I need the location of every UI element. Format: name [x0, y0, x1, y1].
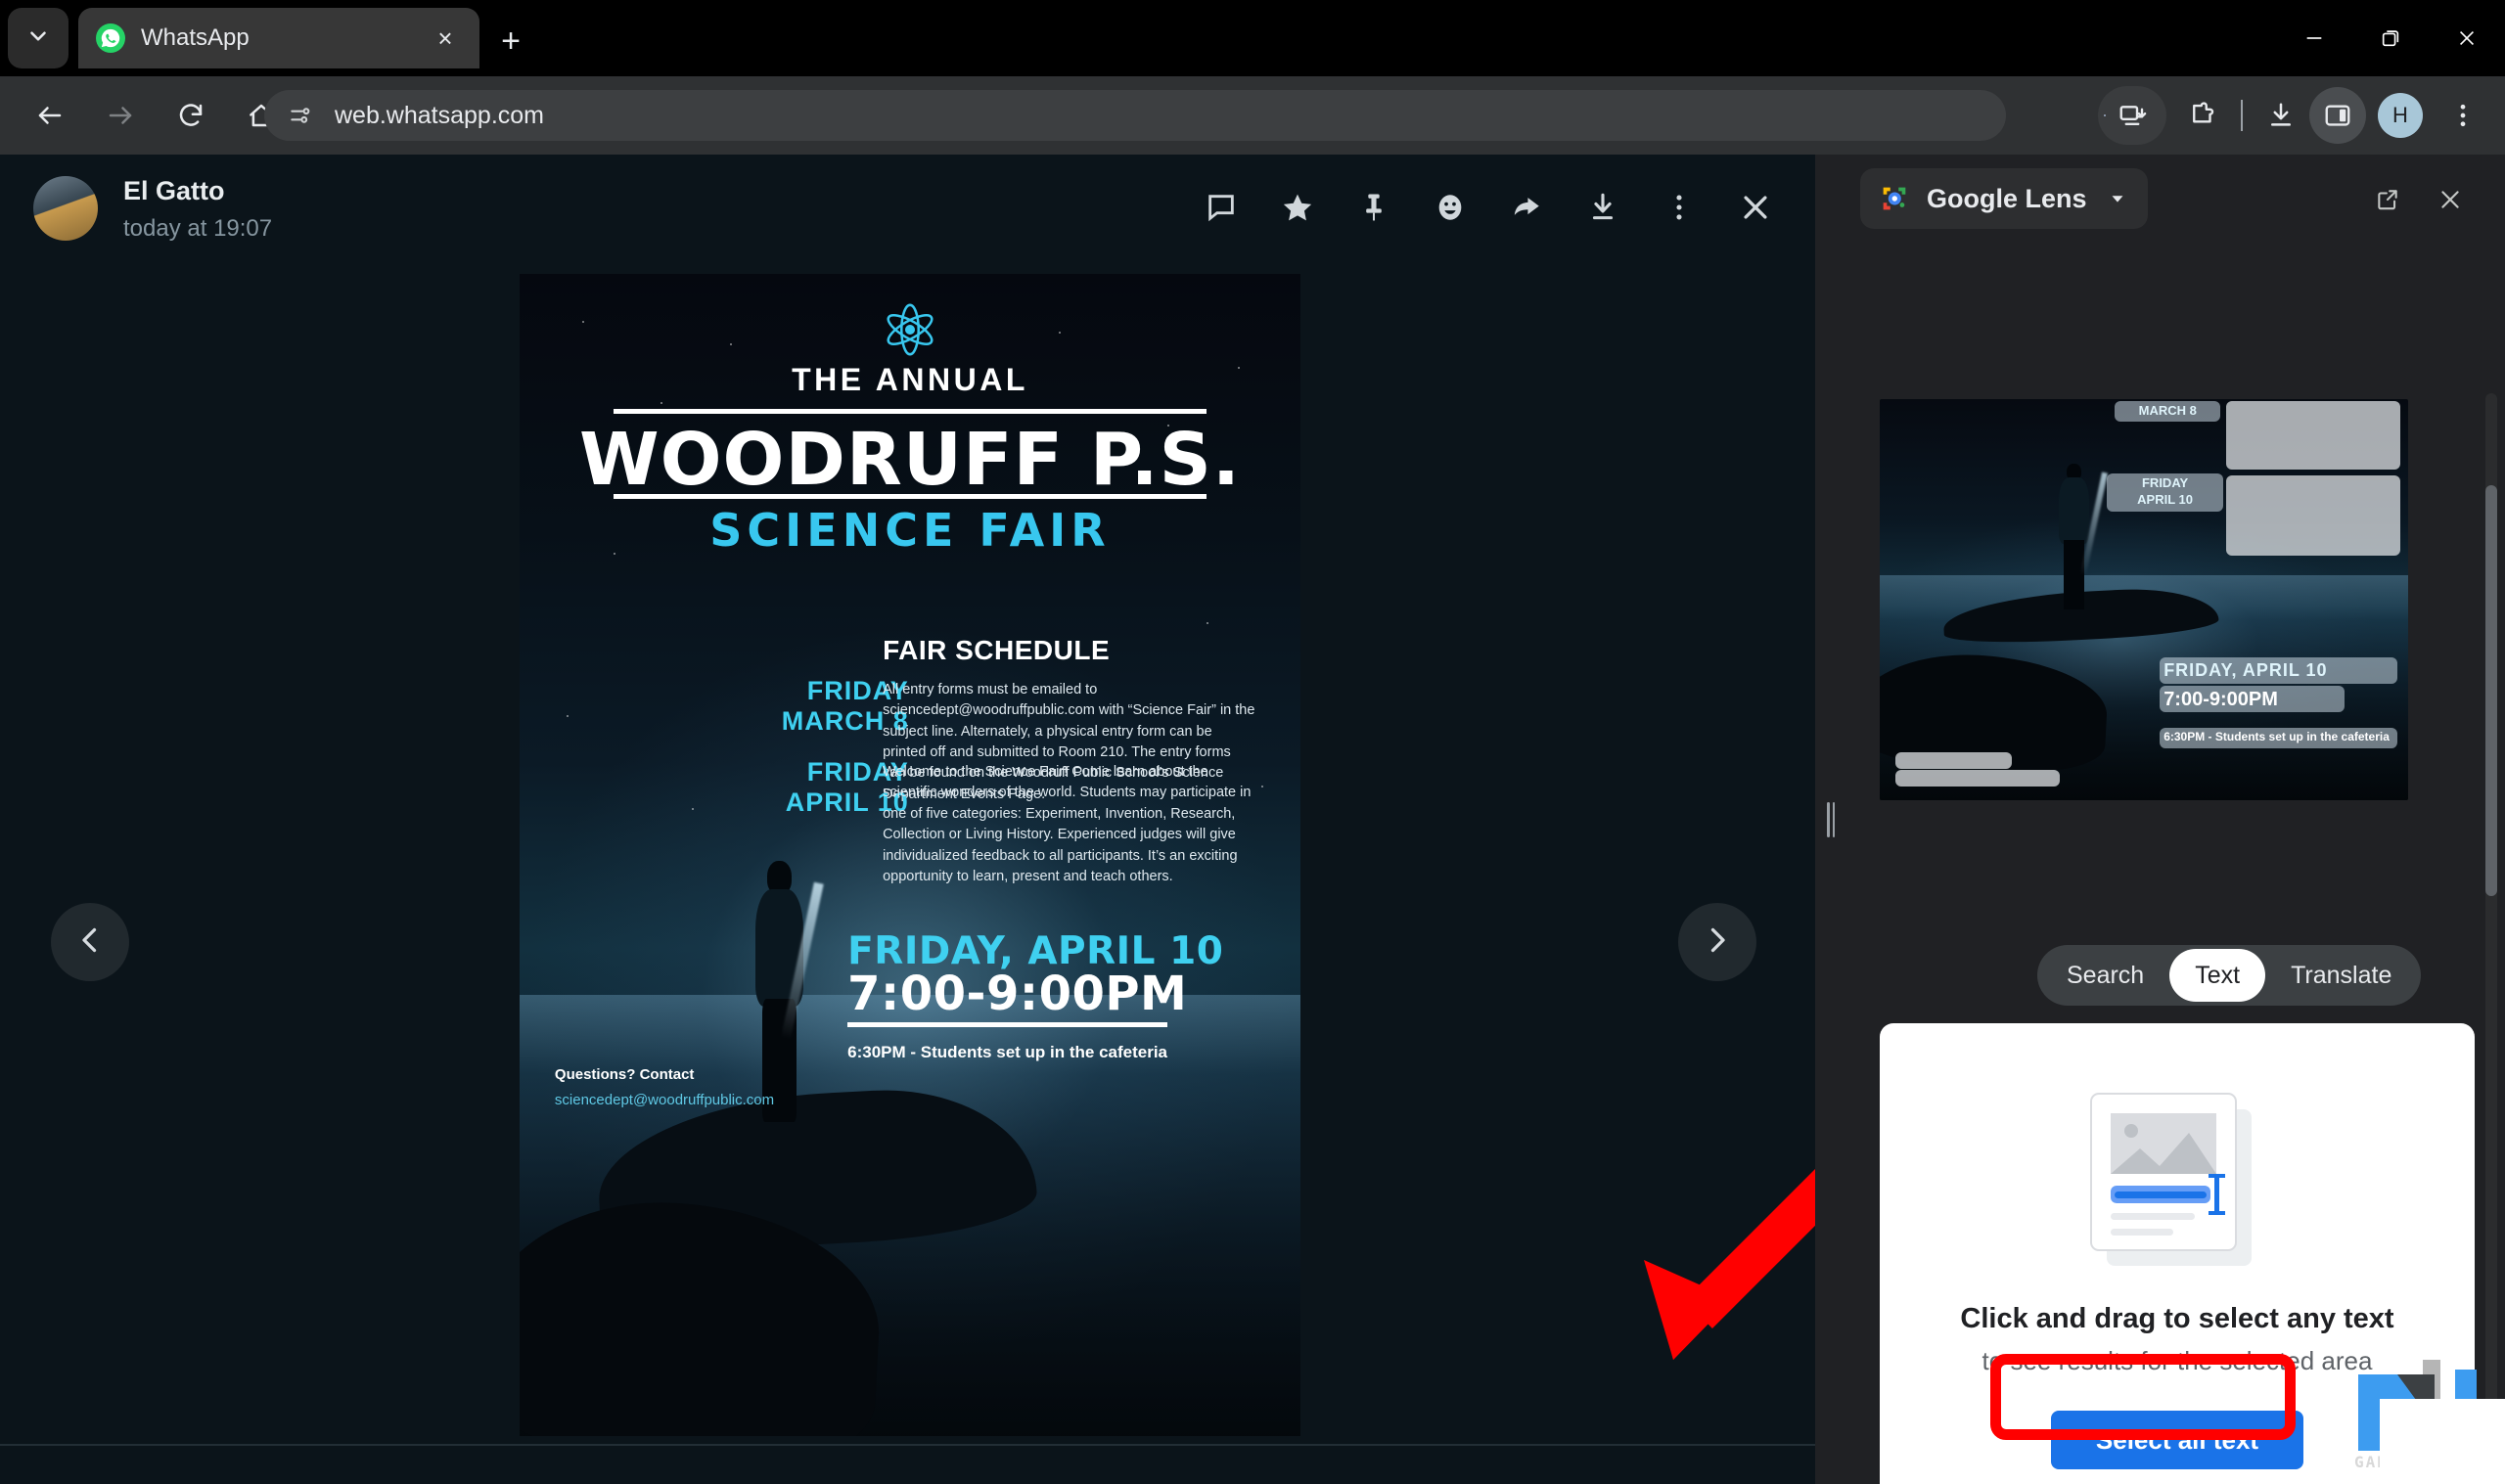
close-icon[interactable]	[2429, 178, 2472, 221]
site-settings-icon[interactable]	[286, 101, 315, 130]
science-fair-poster: THE ANNUAL WOODRUFF P.S. SCIENCE FAIR FA…	[520, 274, 1300, 1436]
poster-rule-bottom	[613, 493, 1207, 499]
lens-tab-text[interactable]: Text	[2169, 949, 2266, 1002]
lens-tab-search[interactable]: Search	[2041, 949, 2169, 1002]
chevron-right-icon	[1700, 922, 1735, 963]
star-icon[interactable]	[1259, 169, 1336, 246]
browser-window: WhatsApp × + web.whatsapp.com H El Gatto…	[0, 0, 2505, 1484]
ocr-chip-event-time[interactable]: 7:00-9:00PM	[2160, 686, 2346, 713]
extensions-icon[interactable]	[2174, 87, 2231, 144]
poster-event-name: SCIENCE FAIR	[709, 504, 1111, 558]
tab-title: WhatsApp	[141, 24, 250, 51]
google-lens-icon	[1878, 182, 1911, 215]
reload-icon[interactable]	[162, 87, 219, 144]
more-menu-icon[interactable]	[2435, 87, 2491, 144]
side-panel-icon[interactable]	[2309, 87, 2366, 144]
ocr-chip-march-8[interactable]: MARCH 8	[2115, 401, 2221, 423]
next-media-button[interactable]	[1678, 903, 1756, 981]
chevron-left-icon	[72, 922, 108, 963]
contact-avatar	[33, 176, 98, 241]
maximize-icon[interactable]	[2352, 0, 2429, 76]
forward-icon[interactable]	[1488, 169, 1565, 246]
panel-splitter[interactable]	[1815, 155, 1846, 1484]
lens-panel-body: MARCH 8 FRIDAY APRIL 10 sciencedept@wood…	[1846, 241, 2505, 1484]
poster-event-note: 6:30PM - Students set up in the cafeteri…	[847, 1043, 1168, 1062]
annotation-highlight-box	[1990, 1354, 2296, 1440]
pin-icon[interactable]	[1336, 169, 1412, 246]
page-viewport: Tendon notifications Lorem ipsum dolor s…	[0, 155, 2505, 1484]
media-viewer-toolbar	[1183, 168, 1794, 247]
open-in-new-icon[interactable]	[2366, 178, 2409, 221]
toolbar-actions: H	[2098, 86, 2491, 145]
media-viewer: El Gatto today at 19:07 THE ANNUAL WOODR…	[0, 155, 1815, 1484]
ocr-chip-questions-email[interactable]: sciencedept@woodruffpublic.com	[1895, 769, 2060, 787]
poster-annual-label: THE ANNUAL	[792, 362, 1028, 398]
poster-person-silhouette	[746, 860, 825, 1122]
google-lens-panel: Google Lens MARCH 8 FRIDAY APRIL 10 FRID…	[1846, 155, 2505, 1484]
lens-prompt-title: Click and drag to select any text	[1960, 1303, 2394, 1334]
close-icon[interactable]	[2429, 0, 2505, 76]
lens-panel-title: Google Lens	[1927, 183, 2087, 213]
ocr-chip-questions-label[interactable]: Questions? Contact	[1895, 751, 2012, 770]
download-icon[interactable]	[1565, 169, 1641, 246]
toolbar-divider	[2241, 100, 2243, 131]
poster-schedule-title: FAIR SCHEDULE	[883, 635, 1111, 666]
poster-event-time: 7:00-9:00PM	[847, 967, 1188, 1022]
new-tab-button[interactable]: +	[489, 20, 532, 63]
whatsapp-icon	[96, 23, 125, 53]
react-emoji-icon[interactable]	[1412, 169, 1488, 246]
address-bar[interactable]: web.whatsapp.com	[264, 90, 2006, 141]
omnibox-actions-pill	[2098, 86, 2166, 145]
profile-avatar[interactable]: H	[2378, 93, 2423, 138]
install-app-icon[interactable]	[2104, 87, 2161, 144]
chevron-down-icon[interactable]	[2107, 188, 2128, 209]
lens-tab-translate[interactable]: Translate	[2265, 949, 2417, 1002]
ocr-chip-event-day[interactable]: FRIDAY, APRIL 10	[2160, 657, 2398, 685]
forward-arrow-icon[interactable]	[92, 87, 149, 144]
address-bar-url: web.whatsapp.com	[335, 101, 545, 129]
downloads-icon[interactable]	[2253, 87, 2309, 144]
ocr-chip-welcome[interactable]: Welcome to the Science Fair! Come learn …	[2225, 474, 2400, 556]
back-arrow-icon[interactable]	[22, 87, 78, 144]
minimize-icon[interactable]	[2276, 0, 2352, 76]
previous-media-button[interactable]	[51, 903, 129, 981]
lens-mode-tabs: Search Text Translate	[2037, 945, 2422, 1006]
poster-questions-label: Questions? Contact	[554, 1066, 695, 1084]
title-bar: WhatsApp × +	[0, 0, 2505, 76]
media-sender-name: El Gatto	[123, 176, 225, 205]
poster-rule-top	[613, 408, 1207, 414]
splitter-grip-icon	[1827, 801, 1835, 837]
browser-toolbar: web.whatsapp.com H	[0, 76, 2505, 155]
lens-image-canvas: MARCH 8 FRIDAY APRIL 10 sciencedept@wood…	[1880, 399, 2408, 800]
tab-search-button[interactable]	[8, 8, 68, 68]
media-viewer-header: El Gatto today at 19:07	[0, 155, 1815, 262]
select-text-illustration-icon	[2070, 1070, 2285, 1290]
poster-school-name: WOODRUFF P.S.	[579, 418, 1241, 503]
poster-schedule-body-2: Welcome to the Science Fair! Come learn …	[883, 763, 1252, 885]
atom-icon	[880, 299, 940, 365]
media-image[interactable]: THE ANNUAL WOODRUFF P.S. SCIENCE FAIR FA…	[520, 274, 1300, 1436]
more-vertical-icon[interactable]	[1641, 169, 1717, 246]
lens-source-image[interactable]: MARCH 8 FRIDAY APRIL 10 sciencedept@wood…	[1880, 399, 2408, 800]
tab-close-button[interactable]: ×	[429, 22, 462, 55]
poster-event-rule	[847, 1022, 1168, 1028]
media-timestamp: today at 19:07	[123, 215, 273, 242]
reply-icon[interactable]	[1183, 169, 1259, 246]
bookmark-star-icon[interactable]	[2104, 114, 2106, 116]
ocr-chip-event-note[interactable]: 6:30PM - Students set up in the cafeteri…	[2160, 728, 2398, 748]
thumbnail-strip	[0, 1446, 1815, 1484]
lens-panel-header: Google Lens	[1846, 168, 2505, 229]
lens-panel-selector[interactable]: Google Lens	[1860, 168, 2148, 229]
lens-scrollbar-thumb[interactable]	[2485, 485, 2497, 896]
poster-questions-email: sciencedept@woodruffpublic.com	[554, 1092, 775, 1109]
chevron-down-icon	[25, 23, 51, 54]
window-controls	[2276, 0, 2505, 76]
close-icon[interactable]	[1717, 169, 1794, 246]
browser-tab-whatsapp[interactable]: WhatsApp ×	[78, 8, 479, 68]
watermark-cover	[2380, 1399, 2505, 1484]
ocr-chip-entry-forms[interactable]: sciencedept@woodruffpublic.com with “Sci…	[2225, 401, 2400, 470]
ocr-chip-april-10[interactable]: FRIDAY APRIL 10	[2107, 472, 2223, 512]
